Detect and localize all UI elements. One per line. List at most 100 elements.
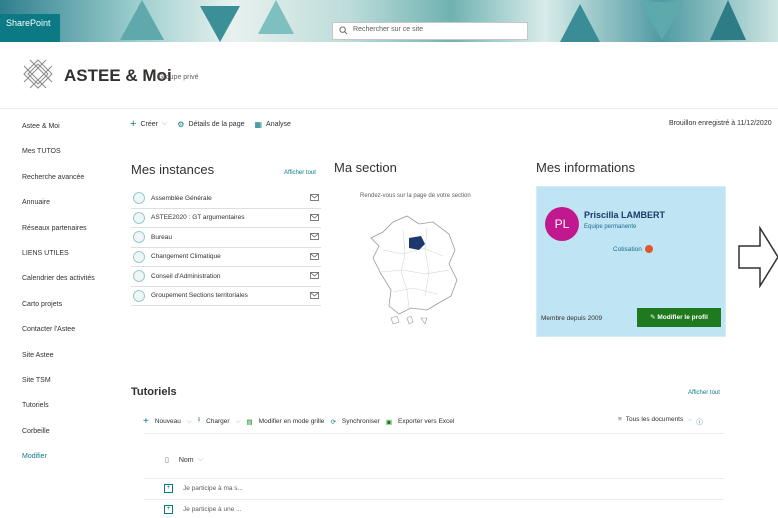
chevron-down-icon: ⌵ xyxy=(197,456,203,463)
file-name[interactable]: Je participe à une ... xyxy=(183,506,242,513)
sync-button[interactable]: Synchroniser xyxy=(342,418,380,425)
nav-item-reseaux-partenaires[interactable]: Réseaux partenaires xyxy=(22,224,112,249)
nav-item-astee-moi[interactable]: Astee & Moi xyxy=(22,122,112,147)
info-icon[interactable]: ⓘ xyxy=(696,416,703,426)
nav-item-mes-tutos[interactable]: Mes TUTOS xyxy=(22,147,112,172)
island-shape xyxy=(406,315,414,325)
nav-item-tutoriels[interactable]: Tutoriels xyxy=(22,401,112,426)
mail-icon[interactable] xyxy=(310,252,319,260)
search-placeholder: Rechercher sur ce site xyxy=(353,26,424,33)
cotisation-status: Cotisation xyxy=(613,245,653,253)
column-name-label: Nom xyxy=(178,456,194,464)
profile-card: PL Priscilla LAMBERT Equipe permanente C… xyxy=(536,186,726,337)
chevron-down-icon: ⌵ xyxy=(687,416,693,423)
suite-bar: SharePoint Rechercher sur ce site xyxy=(0,0,778,42)
new-button[interactable]: Nouveau xyxy=(155,418,181,425)
create-button[interactable]: Créer xyxy=(140,121,158,128)
link-file-icon: + xyxy=(164,505,173,514)
excel-icon: ▣ xyxy=(385,418,392,426)
mail-icon[interactable] xyxy=(310,213,319,221)
column-header-name[interactable]: ▯ Nom ⌵ xyxy=(165,456,203,464)
nav-item-liens-utiles[interactable]: LIENS UTILES xyxy=(22,249,112,274)
section-caption: Rendez-vous sur la page de votre section xyxy=(360,193,471,199)
file-type-icon: ▯ xyxy=(165,457,169,464)
left-navigation: Astee & Moi Mes TUTOS Recherche avancée … xyxy=(22,122,112,477)
instance-logo-icon xyxy=(133,250,145,263)
table-row[interactable]: + Je participe à ma s... xyxy=(144,478,724,498)
list-item[interactable]: Bureau xyxy=(131,228,321,248)
draft-status: Brouillon enregistré à 11/12/2020 xyxy=(669,120,772,127)
grid-icon: ▤ xyxy=(246,418,253,426)
analytics-button[interactable]: Analyse xyxy=(266,121,291,128)
chevron-down-icon[interactable]: ⌵ xyxy=(187,418,192,426)
link-file-icon: + xyxy=(164,484,173,493)
status-dot-icon xyxy=(644,245,653,253)
upload-button[interactable]: Charger xyxy=(206,418,229,425)
edit-profile-button[interactable]: ✎ Modifier le profil xyxy=(637,308,721,327)
info-heading: Mes informations xyxy=(536,160,635,175)
list-item[interactable]: Conseil d'Administration xyxy=(131,267,321,287)
section-heading: Ma section xyxy=(334,160,397,175)
banner-shape xyxy=(560,4,600,42)
plus-icon: + xyxy=(143,416,149,427)
mail-icon[interactable] xyxy=(310,272,319,279)
header-divider xyxy=(0,108,778,109)
mail-icon[interactable] xyxy=(310,194,319,201)
tutoriels-see-all-link[interactable]: Afficher tout xyxy=(688,390,720,396)
instance-logo-icon xyxy=(133,289,145,302)
upload-icon: ⭱ xyxy=(197,417,201,424)
nav-item-corbeille[interactable]: Corbeille xyxy=(22,427,112,452)
nav-edit-link[interactable]: Modifier xyxy=(22,452,112,477)
france-map[interactable] xyxy=(363,210,473,330)
site-search-input[interactable]: Rechercher sur ce site xyxy=(332,22,528,40)
nav-item-recherche-avancee[interactable]: Recherche avancée xyxy=(22,173,112,198)
chevron-down-icon[interactable]: ⌵ xyxy=(162,120,167,128)
instance-logo-icon xyxy=(133,211,145,224)
banner-shape xyxy=(258,0,294,34)
library-divider xyxy=(144,433,724,434)
file-name[interactable]: Je participe à ma s... xyxy=(183,485,243,492)
search-icon xyxy=(339,26,348,35)
banner-shape xyxy=(710,0,746,40)
island-shape xyxy=(390,315,400,325)
chevron-down-icon[interactable]: ⌵ xyxy=(236,418,241,426)
instance-logo-icon xyxy=(133,270,145,283)
view-label: Tous les documents xyxy=(625,416,684,423)
list-item[interactable]: ASTEE2020 : GT argumentaires xyxy=(131,209,321,228)
plus-icon: + xyxy=(130,118,137,130)
nav-item-site-astee[interactable]: Site Astee xyxy=(22,351,112,376)
instance-label: Assemblée Générale xyxy=(151,194,212,202)
instances-list: Assemblée Générale ASTEE2020 : GT argume… xyxy=(131,189,321,306)
mail-icon[interactable] xyxy=(310,291,319,299)
gear-icon: ⚙ xyxy=(177,119,185,129)
arrow-right-icon xyxy=(738,226,778,288)
app-brand[interactable]: SharePoint xyxy=(0,14,60,42)
site-title[interactable]: ASTEE & Moi xyxy=(64,66,172,86)
mail-icon[interactable] xyxy=(310,233,319,240)
avatar: PL xyxy=(545,207,579,241)
nav-item-calendrier[interactable]: Calendrier des activités xyxy=(22,274,112,299)
edit-profile-label: Modifier le profil xyxy=(657,314,708,321)
instance-label: Groupement Sections territoriales xyxy=(151,292,248,300)
grid-edit-button[interactable]: Modifier en mode grille xyxy=(259,418,325,425)
list-item[interactable]: Assemblée Générale xyxy=(131,189,321,209)
nav-item-contacter[interactable]: Contacter l'Astee xyxy=(22,325,112,350)
nav-item-site-tsm[interactable]: Site TSM xyxy=(22,376,112,401)
profile-name: Priscilla LAMBERT xyxy=(584,210,666,220)
banner-shape xyxy=(120,0,164,40)
nav-item-annuaire[interactable]: Annuaire xyxy=(22,198,112,223)
island-shape xyxy=(420,317,428,325)
banner-shape xyxy=(200,6,240,42)
export-excel-button[interactable]: Exporter vers Excel xyxy=(398,418,454,425)
nav-item-carto-projets[interactable]: Carto projets xyxy=(22,300,112,325)
view-selector[interactable]: ≡ Tous les documents ⌵ ⓘ xyxy=(618,416,703,426)
site-logo-icon[interactable] xyxy=(20,56,56,92)
page-command-bar: + Créer ⌵ ⚙ Détails de la page ▦ Analyse xyxy=(130,118,291,130)
list-item[interactable]: Groupement Sections territoriales xyxy=(131,287,321,306)
page-details-button[interactable]: Détails de la page xyxy=(188,121,244,128)
list-item[interactable]: Changement Climatique xyxy=(131,248,321,267)
instances-see-all-link[interactable]: Afficher tout xyxy=(284,170,316,176)
table-row[interactable]: + Je participe à une ... xyxy=(144,499,724,518)
instance-label: Conseil d'Administration xyxy=(151,272,221,280)
profile-role: Equipe permanente xyxy=(584,224,637,230)
